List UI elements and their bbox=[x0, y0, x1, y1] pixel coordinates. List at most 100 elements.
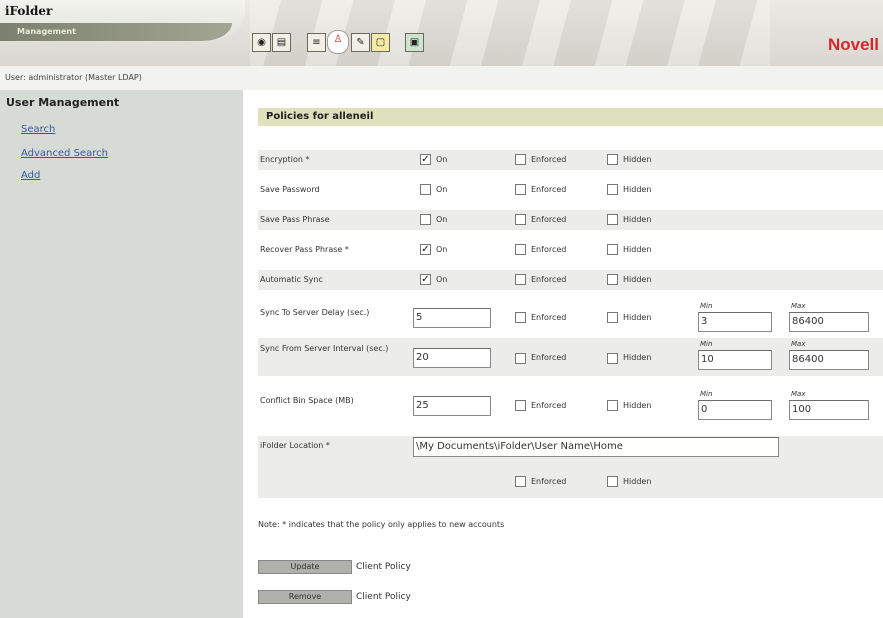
remove-button[interactable]: Remove bbox=[258, 590, 352, 604]
hidden-label: Hidden bbox=[623, 185, 652, 194]
enforced-checkbox[interactable] bbox=[515, 274, 526, 285]
hidden-label: Hidden bbox=[623, 477, 652, 486]
enforced-checkbox[interactable] bbox=[515, 244, 526, 255]
enforced-checkbox[interactable] bbox=[515, 400, 526, 411]
user-policy-icon[interactable]: ♙ bbox=[327, 30, 349, 54]
on-label: On bbox=[436, 215, 448, 224]
policies-title: Policies for alleneil bbox=[258, 108, 883, 126]
on-label: On bbox=[436, 155, 448, 164]
conflict-bin-space-input[interactable]: 25 bbox=[413, 396, 491, 416]
min-input[interactable]: 3 bbox=[698, 312, 772, 332]
on-checkbox[interactable]: ✓ bbox=[420, 274, 431, 285]
enforced-checkbox[interactable] bbox=[515, 214, 526, 225]
enforced-label: Enforced bbox=[531, 275, 567, 284]
settings-icon[interactable]: ✎ bbox=[351, 33, 370, 52]
sync-from-server-interval-input[interactable]: 20 bbox=[413, 348, 491, 368]
on-label: On bbox=[436, 185, 448, 194]
sidebar-link-search[interactable]: Search bbox=[21, 124, 55, 135]
hidden-checkbox[interactable] bbox=[607, 353, 618, 364]
policy-label: Conflict Bin Space (MB) bbox=[260, 396, 354, 405]
enforced-label: Enforced bbox=[531, 313, 567, 322]
on-checkbox[interactable]: ✓ bbox=[420, 244, 431, 255]
novell-logo: Novell bbox=[827, 35, 879, 54]
policy-row-automatic-sync: Automatic Sync ✓ On Enforced Hidden bbox=[258, 270, 883, 290]
report-icon[interactable]: ▢ bbox=[371, 33, 390, 52]
hidden-checkbox[interactable] bbox=[607, 244, 618, 255]
min-input[interactable]: 0 bbox=[698, 400, 772, 420]
policy-row-sync-to-server-delay: Sync To Server Delay (sec.) 5 Enforced H… bbox=[258, 302, 883, 333]
hidden-checkbox[interactable] bbox=[607, 184, 618, 195]
hidden-checkbox[interactable] bbox=[607, 214, 618, 225]
hidden-checkbox[interactable] bbox=[607, 476, 618, 487]
current-user-line: User: administrator (Master LDAP) bbox=[0, 66, 883, 90]
server-icon[interactable]: ▤ bbox=[272, 33, 291, 52]
max-label: Max bbox=[791, 302, 806, 310]
min-input[interactable]: 10 bbox=[698, 350, 772, 370]
policy-label: Sync From Server Interval (sec.) bbox=[260, 344, 389, 353]
header-bar: iFolder Management ◉ ▤ ≡ ♙ ✎ ▢ ▣ Novell bbox=[0, 0, 883, 66]
hidden-label: Hidden bbox=[623, 155, 652, 164]
max-input[interactable]: 100 bbox=[789, 400, 869, 420]
sidebar-link-add[interactable]: Add bbox=[21, 170, 40, 181]
max-input[interactable]: 86400 bbox=[789, 312, 869, 332]
hidden-label: Hidden bbox=[623, 353, 652, 362]
on-label: On bbox=[436, 245, 448, 254]
current-user-text: User: administrator (Master LDAP) bbox=[5, 73, 142, 82]
policy-label: Encryption * bbox=[260, 155, 310, 164]
max-label: Max bbox=[791, 340, 806, 348]
on-checkbox[interactable] bbox=[420, 214, 431, 225]
min-label: Min bbox=[700, 390, 713, 398]
update-button-caption: Client Policy bbox=[356, 562, 411, 572]
remove-button-caption: Client Policy bbox=[356, 592, 411, 602]
hidden-label: Hidden bbox=[623, 215, 652, 224]
on-checkbox[interactable]: ✓ bbox=[420, 154, 431, 165]
system-icon[interactable]: ▣ bbox=[405, 33, 424, 52]
enforced-label: Enforced bbox=[531, 185, 567, 194]
app-subtitle: Management bbox=[0, 23, 232, 41]
users-icon[interactable]: ◉ bbox=[252, 33, 271, 52]
document-icon[interactable]: ≡ bbox=[307, 33, 326, 52]
sidebar: User Management Search Advanced Search A… bbox=[0, 90, 243, 618]
sidebar-link-advanced-search[interactable]: Advanced Search bbox=[21, 148, 108, 159]
hidden-checkbox[interactable] bbox=[607, 400, 618, 411]
enforced-label: Enforced bbox=[531, 353, 567, 362]
policy-label: iFolder Location * bbox=[260, 441, 330, 450]
on-checkbox[interactable] bbox=[420, 184, 431, 195]
policy-row-sync-from-server-interval: Sync From Server Interval (sec.) 20 Enfo… bbox=[258, 338, 883, 376]
enforced-checkbox[interactable] bbox=[515, 312, 526, 323]
policy-label: Save Password bbox=[260, 185, 320, 194]
policy-note: Note: * indicates that the policy only a… bbox=[258, 520, 505, 529]
policy-row-recover-pass-phrase: Recover Pass Phrase * ✓ On Enforced Hidd… bbox=[258, 240, 883, 260]
hidden-checkbox[interactable] bbox=[607, 154, 618, 165]
policy-label: Recover Pass Phrase * bbox=[260, 245, 349, 254]
hidden-label: Hidden bbox=[623, 245, 652, 254]
policy-row-conflict-bin-space: Conflict Bin Space (MB) 25 Enforced Hidd… bbox=[258, 390, 883, 421]
min-label: Min bbox=[700, 340, 713, 348]
enforced-label: Enforced bbox=[531, 155, 567, 164]
hidden-label: Hidden bbox=[623, 401, 652, 410]
enforced-checkbox[interactable] bbox=[515, 184, 526, 195]
min-label: Min bbox=[700, 302, 713, 310]
sidebar-heading: User Management bbox=[6, 96, 120, 109]
enforced-checkbox[interactable] bbox=[515, 476, 526, 487]
policy-row-ifolder-location: iFolder Location * \My Documents\iFolder… bbox=[258, 436, 883, 498]
policy-label: Save Pass Phrase bbox=[260, 215, 330, 224]
policy-row-encryption: Encryption * ✓ On Enforced Hidden bbox=[258, 150, 883, 170]
max-label: Max bbox=[791, 390, 806, 398]
enforced-label: Enforced bbox=[531, 477, 567, 486]
max-input[interactable]: 86400 bbox=[789, 350, 869, 370]
enforced-checkbox[interactable] bbox=[515, 353, 526, 364]
update-button[interactable]: Update bbox=[258, 560, 352, 574]
sync-to-server-delay-input[interactable]: 5 bbox=[413, 308, 491, 328]
enforced-checkbox[interactable] bbox=[515, 154, 526, 165]
hidden-checkbox[interactable] bbox=[607, 312, 618, 323]
app-title: iFolder bbox=[5, 4, 53, 18]
ifolder-location-input[interactable]: \My Documents\iFolder\User Name\Home bbox=[413, 437, 779, 457]
policy-label: Sync To Server Delay (sec.) bbox=[260, 308, 370, 317]
on-label: On bbox=[436, 275, 448, 284]
enforced-label: Enforced bbox=[531, 215, 567, 224]
enforced-label: Enforced bbox=[531, 245, 567, 254]
policy-row-save-password: Save Password On Enforced Hidden bbox=[258, 180, 883, 200]
hidden-checkbox[interactable] bbox=[607, 274, 618, 285]
enforced-label: Enforced bbox=[531, 401, 567, 410]
